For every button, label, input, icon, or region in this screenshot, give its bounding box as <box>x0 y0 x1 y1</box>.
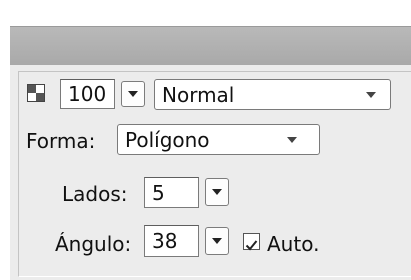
chevron-down-icon <box>366 91 376 98</box>
auto-label: Auto. <box>267 232 320 256</box>
lados-value: 5 <box>152 180 165 205</box>
forma-value: Polígono <box>125 127 210 152</box>
blend-mode-icon <box>27 84 45 102</box>
opacity-value: 100 <box>68 82 107 106</box>
lados-dropdown-button[interactable] <box>205 178 229 206</box>
checkmark-icon <box>245 240 258 251</box>
chevron-down-icon <box>128 91 138 97</box>
blend-mode-value: Normal <box>162 82 235 107</box>
chevron-down-icon <box>287 136 297 143</box>
chevron-down-icon <box>212 189 222 195</box>
panel-title-bar[interactable] <box>10 26 411 66</box>
lados-input[interactable]: 5 <box>144 177 199 208</box>
blend-mode-select[interactable]: Normal <box>154 79 391 110</box>
forma-select[interactable]: Polígono <box>117 124 320 155</box>
angulo-input[interactable]: 38 <box>144 225 199 257</box>
angulo-dropdown-button[interactable] <box>205 227 229 255</box>
lados-label: Lados: <box>62 182 128 206</box>
forma-label: Forma: <box>26 129 96 153</box>
auto-checkbox[interactable] <box>243 233 260 251</box>
angulo-value: 38 <box>152 229 178 253</box>
opacity-input[interactable]: 100 <box>60 79 115 109</box>
chevron-down-icon <box>212 238 222 244</box>
opacity-dropdown-button[interactable] <box>121 81 145 107</box>
angulo-label: Ángulo: <box>55 232 132 256</box>
